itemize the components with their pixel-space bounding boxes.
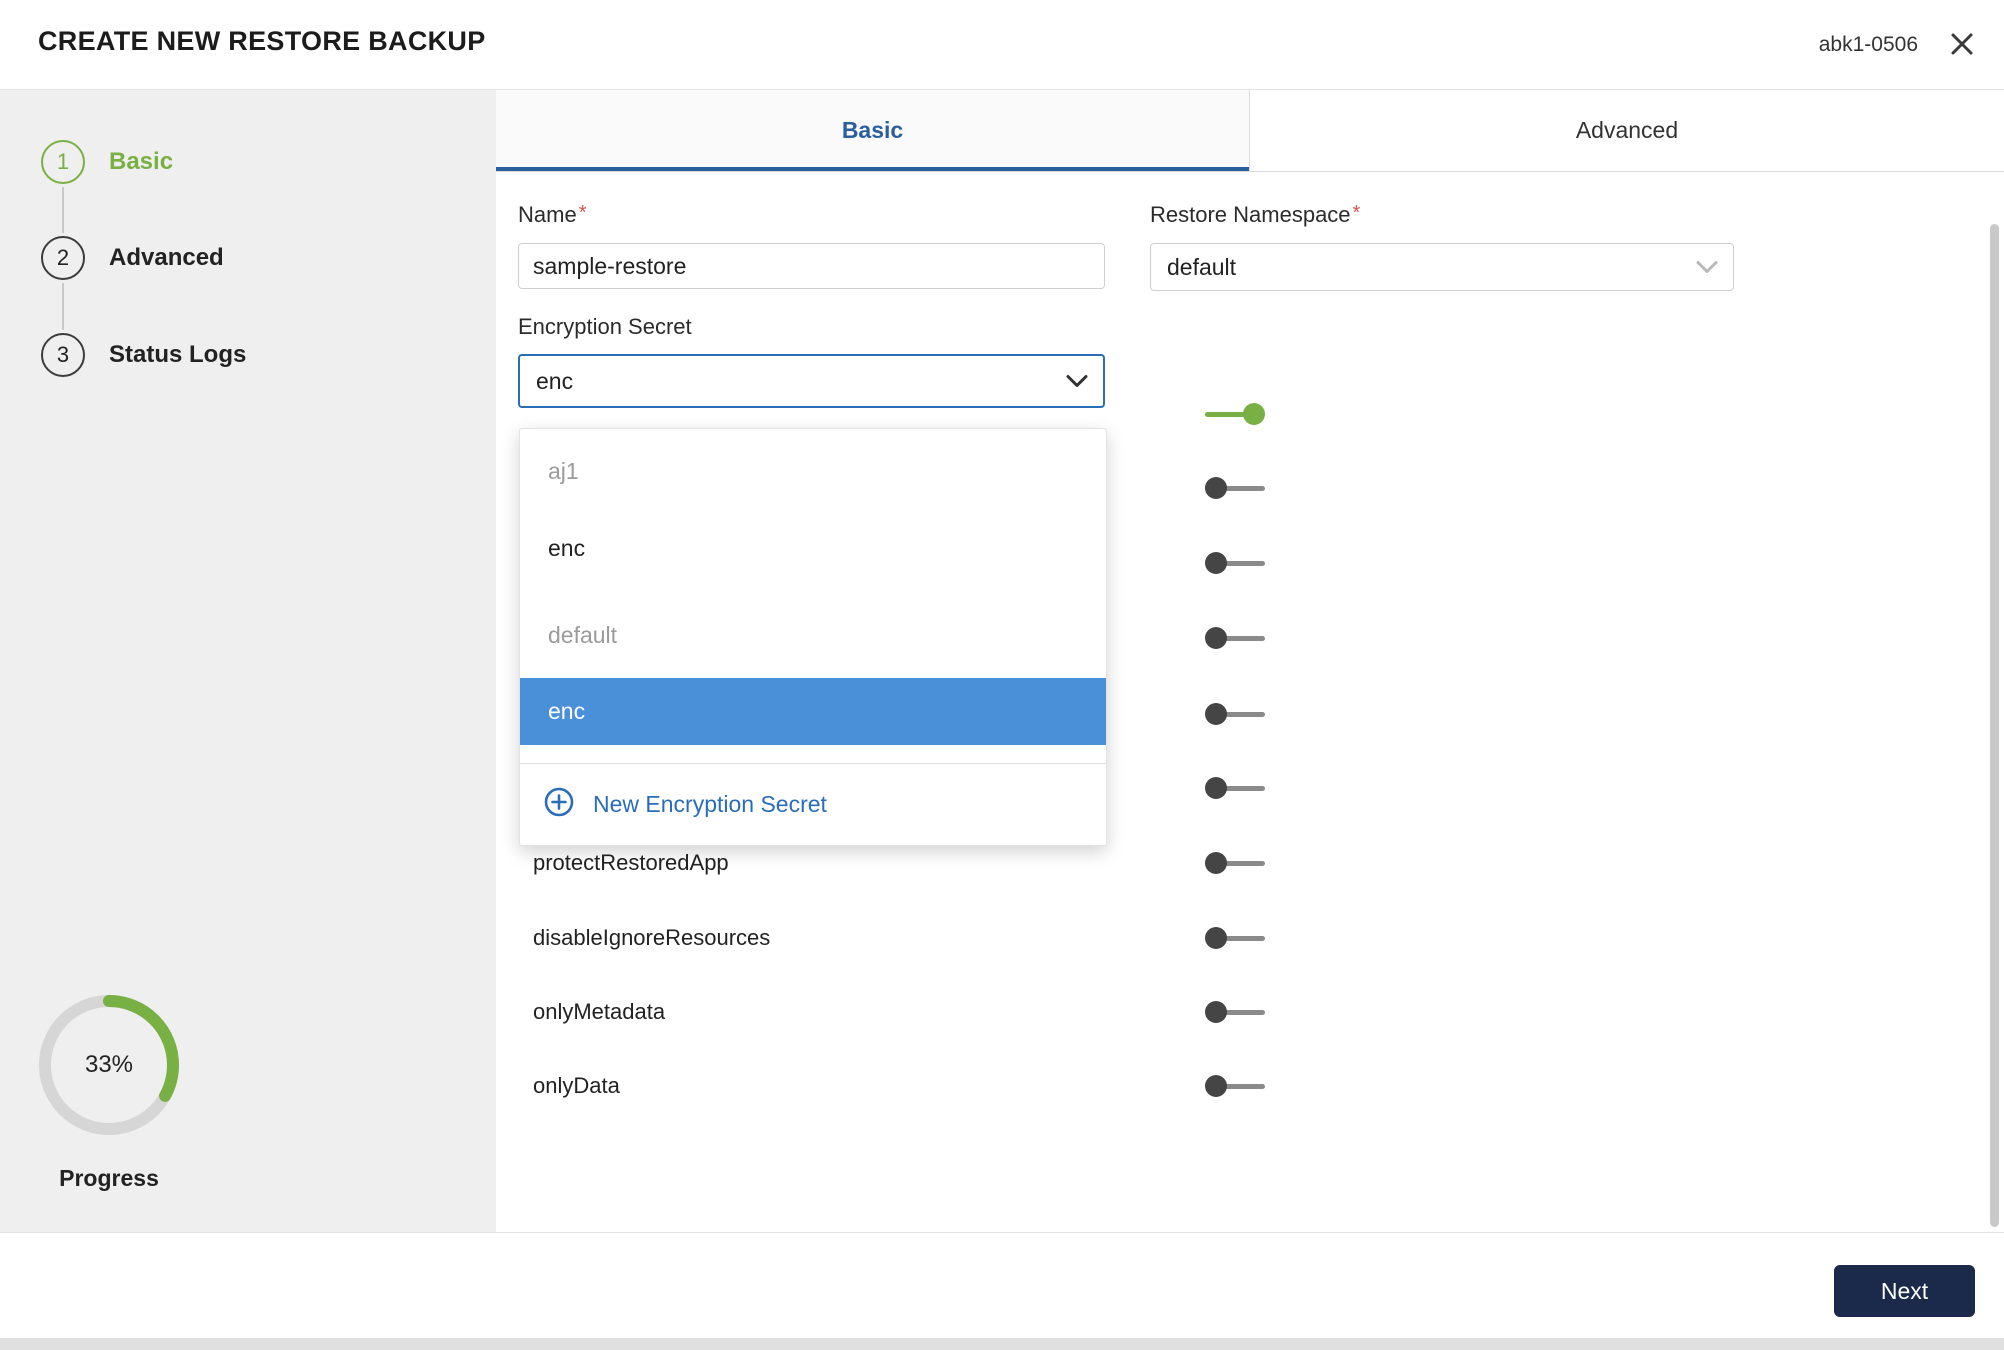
toggle-knob [1205, 777, 1227, 799]
toggle-knob [1205, 627, 1227, 649]
new-encryption-secret-button[interactable]: New Encryption Secret [520, 763, 1106, 845]
tab-advanced-label: Advanced [1576, 117, 1678, 144]
plus-circle-icon [543, 786, 575, 824]
namespace-select-value: default [1167, 254, 1236, 281]
step-number: 2 [57, 245, 69, 271]
required-asterisk: * [579, 202, 587, 224]
active-tab-indicator [496, 167, 1249, 171]
toggle-switch[interactable] [1205, 626, 1265, 650]
toggle-switch[interactable] [1205, 476, 1265, 500]
toggle-knob [1205, 1001, 1227, 1023]
toggle-label: disableIgnoreResources [533, 925, 770, 951]
progress-percent: 33% [29, 985, 189, 1145]
dropdown-group-header: default [520, 607, 1106, 663]
toggle-knob [1205, 703, 1227, 725]
toggle-switch[interactable] [1205, 1000, 1265, 1024]
close-button[interactable] [1948, 30, 1976, 61]
toggle-switch[interactable] [1205, 1074, 1265, 1098]
dialog-id-badge: abk1-0506 [1819, 33, 1918, 57]
new-encryption-secret-label: New Encryption Secret [593, 791, 827, 818]
header-right: abk1-0506 [1819, 0, 1976, 90]
step-label: Status Logs [109, 341, 246, 369]
dropdown-option-selected[interactable]: enc [520, 678, 1106, 745]
toggle-knob [1205, 927, 1227, 949]
step-item-advanced[interactable]: 2 Advanced [41, 236, 224, 280]
bottom-strip [0, 1338, 2004, 1350]
close-icon [1948, 30, 1976, 61]
dialog-footer: Next [0, 1232, 2004, 1338]
step-label: Advanced [109, 244, 224, 272]
toggle-knob [1205, 552, 1227, 574]
toggle-row-onlyMetadata: onlyMetadata [496, 974, 2004, 1049]
toggle-knob [1205, 477, 1227, 499]
toggle-label: protectRestoredApp [533, 850, 729, 876]
step-connector [62, 187, 64, 233]
step-connector [62, 283, 64, 330]
toggle-label: onlyData [533, 1073, 620, 1099]
tab-basic-label: Basic [842, 117, 903, 144]
step-number: 1 [57, 149, 69, 175]
toggle-knob [1243, 403, 1265, 425]
chevron-down-icon [1695, 260, 1719, 275]
step-label: Basic [109, 148, 173, 176]
step-circle-3: 3 [41, 333, 85, 377]
next-button[interactable]: Next [1834, 1265, 1975, 1317]
toggle-knob [1205, 1075, 1227, 1097]
toggle-switch[interactable] [1205, 776, 1265, 800]
tab-advanced[interactable]: Advanced [1250, 90, 2004, 171]
step-item-status-logs[interactable]: 3 Status Logs [41, 333, 246, 377]
dialog-header: CREATE NEW RESTORE BACKUP abk1-0506 [0, 0, 2004, 90]
dropdown-group-header: aj1 [520, 443, 1106, 499]
encryption-dropdown: aj1 enc default enc New Encryption Secre… [519, 428, 1107, 846]
tab-bar: Basic Advanced [496, 90, 2004, 172]
toggle-switch[interactable] [1205, 551, 1265, 575]
toggle-row-disableIgnoreResources: disableIgnoreResources [496, 900, 2004, 975]
scrollbar-thumb[interactable] [1990, 224, 1999, 1227]
toggle-row-onlyData: onlyData [496, 1048, 2004, 1123]
encryption-label: Encryption Secret [518, 314, 692, 340]
step-item-basic[interactable]: 1 Basic [41, 140, 173, 184]
toggle-switch[interactable] [1205, 926, 1265, 950]
toggle-switch[interactable] [1205, 402, 1265, 426]
namespace-select[interactable]: default [1150, 243, 1734, 291]
progress-ring: 33% [29, 985, 189, 1145]
namespace-label: Restore Namespace* [1150, 202, 1360, 228]
tab-basic[interactable]: Basic [496, 90, 1250, 171]
toggle-switch[interactable] [1205, 702, 1265, 726]
name-label: Name* [518, 202, 586, 228]
step-circle-2: 2 [41, 236, 85, 280]
required-asterisk: * [1353, 202, 1361, 224]
step-number: 3 [57, 342, 69, 368]
stepper-sidebar: 1 Basic 2 Advanced 3 Status Logs 33% Pro… [0, 90, 496, 1232]
name-input[interactable] [518, 243, 1105, 289]
toggle-label: onlyMetadata [533, 999, 665, 1025]
restore-backup-dialog: CREATE NEW RESTORE BACKUP abk1-0506 1 Ba… [0, 0, 2004, 1350]
dropdown-option[interactable]: enc [520, 520, 1106, 576]
progress-label: Progress [29, 1165, 189, 1192]
main-content: Basic Advanced Name* Restore Namespace* … [496, 90, 2004, 1232]
page-title: CREATE NEW RESTORE BACKUP [38, 26, 486, 57]
toggle-switch[interactable] [1205, 851, 1265, 875]
toggle-knob [1205, 852, 1227, 874]
step-circle-1: 1 [41, 140, 85, 184]
